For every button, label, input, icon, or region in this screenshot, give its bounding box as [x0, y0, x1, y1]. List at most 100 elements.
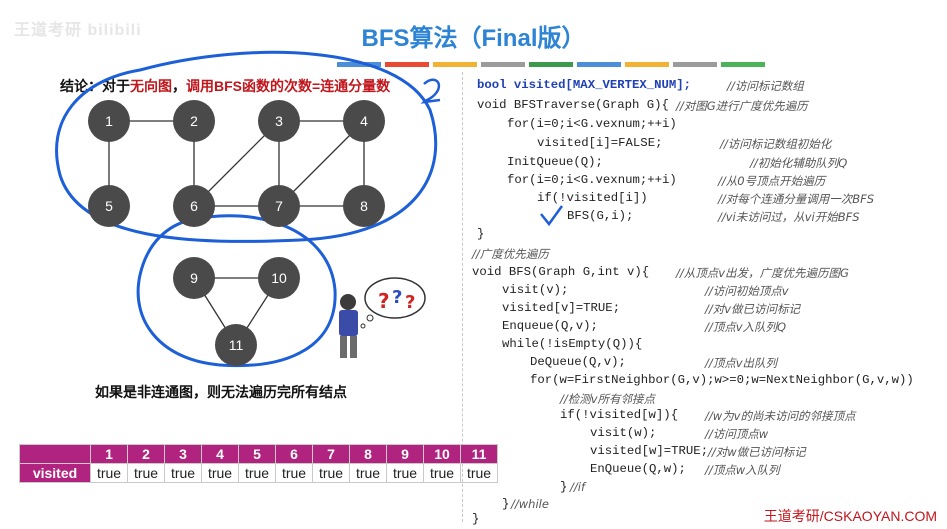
visited-header-cell: 6 [275, 444, 313, 464]
code-line-4: visited[i]=FALSE; [537, 136, 663, 150]
code-comment-16: //顶点v出队列 [705, 356, 778, 370]
code-comment-24: //while [511, 497, 549, 511]
visited-value-cell: true [238, 463, 276, 483]
graph-node-8: 8 [343, 185, 385, 227]
graph-node-label: 10 [271, 270, 287, 286]
graph-node-label: 3 [275, 113, 283, 129]
code-line-1: bool visited[MAX_VERTEX_NUM]; [477, 78, 692, 92]
code-line-11: void BFS(Graph G,int v){ [472, 265, 650, 279]
code-comment-10: //广度优先遍历 [472, 247, 549, 261]
visited-table-value-row: visited true true true true true true true true… [19, 463, 498, 483]
visited-header-cell: 7 [312, 444, 350, 464]
code-comment-7: //对每个连通分量调用一次BFS [718, 192, 875, 206]
visited-value-cell: true [127, 463, 165, 483]
visited-value-cell: true [275, 463, 313, 483]
footer-brand: 王道考研/CSKAOYAN.COM [763, 508, 937, 524]
graph-node-label: 4 [360, 113, 368, 129]
graph-node-label: 8 [360, 198, 368, 214]
code-line-19: if(!visited[w]){ [560, 408, 679, 422]
visited-value-cell: true [349, 463, 387, 483]
svg-text:?: ? [405, 292, 415, 313]
graph-node-label: 11 [229, 337, 244, 353]
code-comment-21: //对w做已访问标记 [708, 445, 806, 459]
visited-table-corner [19, 444, 91, 464]
code-comment-4: //访问标记数组初始化 [720, 137, 832, 151]
code-comment-8: //vi未访问过，从vi开始BFS [718, 210, 860, 224]
visited-table: 1 2 3 4 5 6 7 8 9 10 11 visited true true true true tr… [19, 444, 498, 483]
graph-node-6: 6 [173, 185, 215, 227]
visited-header-cell: 8 [349, 444, 387, 464]
graph-node-label: 1 [105, 113, 113, 129]
code-line-23: } [560, 480, 568, 494]
code-comment-11: //从顶点v出发，广度优先遍历图G [676, 266, 849, 280]
visited-header-cell: 3 [164, 444, 202, 464]
svg-text:?: ? [392, 287, 402, 308]
annotation-two-text: 2 [444, 99, 445, 101]
code-line-13: visited[v]=TRUE; [502, 301, 621, 315]
code-line-3: for(i=0;i<G.vexnum;++i) [507, 117, 677, 131]
visited-header-cell: 9 [386, 444, 424, 464]
code-comment-20: //访问顶点w [705, 427, 769, 441]
visited-header-cell: 1 [90, 444, 128, 464]
code-line-2: void BFSTraverse(Graph G){ [477, 98, 669, 112]
code-line-20: visit(w); [590, 426, 657, 440]
code-line-17: for(w=FirstNeighbor(G,v);w>=0;w=NextNeig… [530, 373, 914, 387]
graph-node-3: 3 [258, 100, 300, 142]
graph-node-label: 9 [190, 270, 198, 286]
note-text: 如果是非连通图，则无法遍历完所有结点 [95, 384, 347, 400]
code-comment-13: //对v做已访问标记 [705, 302, 801, 316]
visited-value-cell: true [164, 463, 202, 483]
code-comment-14: //顶点v入队列Q [705, 320, 787, 334]
code-comment-1: //访问标记数组 [727, 79, 804, 93]
graph-node-label: 7 [275, 198, 283, 214]
visited-value-cell: true [201, 463, 239, 483]
graph-node-label: 2 [190, 113, 198, 129]
code-comment-22: //顶点w入队列 [705, 463, 780, 477]
visited-row-label: visited [19, 463, 91, 483]
code-line-16: DeQueue(Q,v); [530, 355, 626, 369]
code-line-7: if(!visited[i]) [537, 191, 648, 205]
visited-header-cell: 5 [238, 444, 276, 464]
code-comment-2: //对图G进行广度优先遍历 [676, 99, 808, 113]
code-comment-5: //初始化辅助队列Q [750, 156, 848, 170]
graph-node-5: 5 [88, 185, 130, 227]
code-comment-23: //if [570, 480, 585, 494]
code-line-25: } [472, 512, 480, 526]
graph-node-10: 10 [258, 257, 300, 299]
graph-node-2: 2 [173, 100, 215, 142]
visited-header-cell: 10 [423, 444, 461, 464]
graph-node-11: 11 [215, 324, 257, 366]
code-line-15: while(!isEmpty(Q)){ [502, 337, 643, 351]
code-comment-12: //访问初始顶点v [705, 284, 789, 298]
visited-header-cell: 11 [460, 444, 498, 464]
code-line-22: EnQueue(Q,w); [590, 462, 686, 476]
code-line-8: BFS(G,i); [567, 209, 634, 223]
visited-value-cell: true [423, 463, 461, 483]
code-comment-19: //w为v的尚未访问的邻接顶点 [705, 409, 856, 423]
code-line-12: visit(v); [502, 283, 569, 297]
graph-node-9: 9 [173, 257, 215, 299]
visited-table-header-row: 1 2 3 4 5 6 7 8 9 10 11 [19, 444, 498, 464]
annotation-two-mark [420, 78, 441, 104]
code-line-9: } [477, 227, 485, 241]
code-line-21: visited[w]=TRUE; [590, 444, 709, 458]
checkmark-mark [540, 205, 564, 227]
graph-node-label: 5 [105, 198, 113, 214]
visited-header-cell: 2 [127, 444, 165, 464]
code-line-5: InitQueue(Q); [507, 155, 603, 169]
code-line-24: } [502, 497, 510, 511]
visited-value-cell: true [386, 463, 424, 483]
visited-value-cell: true [90, 463, 128, 483]
graph-node-label: 6 [190, 198, 198, 214]
code-line-14: Enqueue(Q,v); [502, 319, 598, 333]
code-comment-18: //检测v所有邻接点 [560, 392, 656, 406]
code-comment-6: //从0号顶点开始遍历 [718, 174, 826, 188]
graph-node-4: 4 [343, 100, 385, 142]
thinking-person-icon: ? ? ? [339, 277, 426, 358]
visited-value-cell: true [312, 463, 350, 483]
code-line-6: for(i=0;i<G.vexnum;++i) [507, 173, 677, 187]
svg-text:?: ? [378, 289, 390, 313]
graph-node-7: 7 [258, 185, 300, 227]
graph-node-1: 1 [88, 100, 130, 142]
visited-header-cell: 4 [201, 444, 239, 464]
